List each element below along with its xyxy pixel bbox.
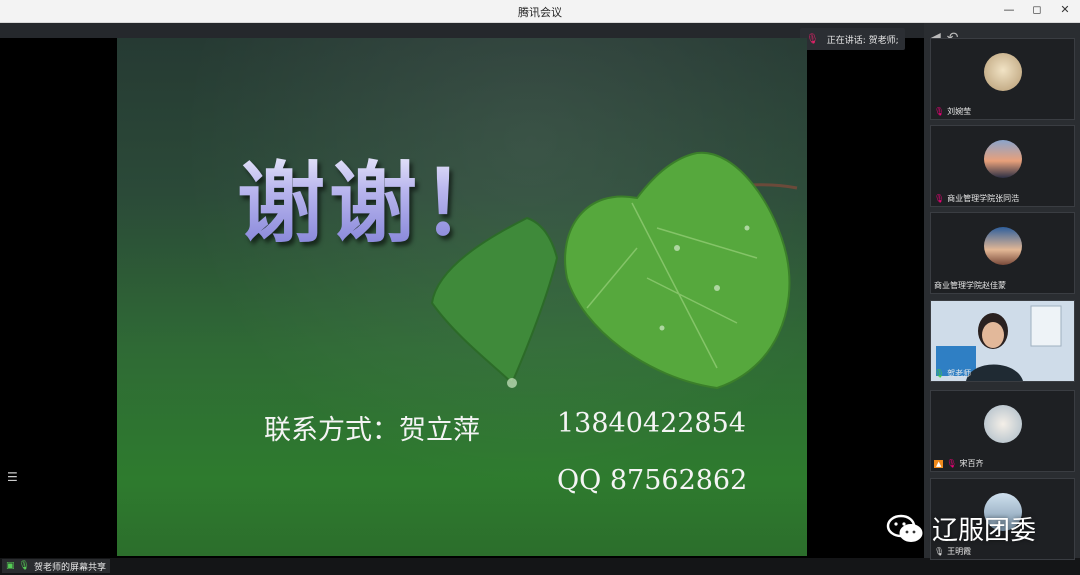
screen-share-label: 贺老师的屏幕共享 — [33, 562, 106, 573]
leaf-right — [564, 151, 791, 390]
slide-qq: QQ 87562862 — [557, 465, 748, 496]
cat-avatar — [983, 53, 1022, 91]
participant-tile[interactable]: 🎙 商业管理学院张同浩 — [930, 125, 1075, 207]
couple-avatar — [983, 227, 1022, 265]
participant-tile[interactable]: 🎙 刘婉莹 — [930, 38, 1075, 120]
cat-avatar — [983, 405, 1022, 443]
participant-name: 商业管理学院赵佳蒙 — [934, 281, 1006, 290]
speaking-label: 正在讲话: 贺老师; — [826, 35, 899, 46]
list-toggle-icon[interactable]: ☰ — [7, 470, 18, 484]
window-controls: — ◻ ✕ — [1002, 3, 1072, 16]
participant-tile[interactable]: 🎙 贺老师 — [930, 300, 1075, 382]
bottom-status-bar — [0, 558, 1080, 575]
speaking-indicator: 🎙 正在讲话: 贺老师; — [800, 28, 905, 50]
muted-mic-icon: 🎙 — [934, 194, 945, 203]
slide-heading: 谢谢！ — [237, 133, 513, 260]
participant-name: 商业管理学院张同浩 — [947, 194, 1020, 203]
participant-name: 贺老师 — [947, 369, 972, 378]
maximize-button[interactable]: ◻ — [1030, 3, 1044, 16]
presentation-slide: 谢谢！ 联系方式：贺立萍 13840422854 QQ 87562862 — [117, 38, 807, 556]
top-band — [0, 23, 924, 38]
wechat-icon — [886, 514, 923, 542]
mic-icon: 🎙 — [18, 561, 30, 571]
slide-phone: 13840422854 — [557, 408, 746, 439]
close-button[interactable]: ✕ — [1058, 3, 1072, 16]
host-badge-icon: ▲ — [934, 459, 944, 468]
wechat-watermark: 辽服团委 — [886, 510, 1036, 547]
participant-name: 刘婉莹 — [947, 107, 972, 116]
sunset-avatar — [983, 140, 1022, 178]
participant-tile[interactable]: 商业管理学院赵佳蒙 — [930, 212, 1075, 294]
minimize-button[interactable]: — — [1002, 3, 1016, 16]
muted-mic-icon: 🎙 — [934, 107, 945, 116]
participant-name: 王明霞 — [947, 547, 972, 556]
muted-mic-icon: 🎙 — [946, 459, 957, 468]
window-title: 腾讯会议 — [518, 6, 562, 19]
participant-tile[interactable]: ▲ 🎙 宋百齐 — [930, 390, 1075, 472]
mic-icon: 🎙 — [806, 33, 819, 45]
watermark-text: 辽服团委 — [932, 516, 1037, 546]
participant-name: 宋百齐 — [959, 459, 984, 468]
slide-contact: 联系方式：贺立萍 — [264, 415, 480, 446]
mic-icon: 🎙 — [934, 369, 945, 378]
screen-share-icon: ▣ — [6, 561, 15, 571]
title-bar: 腾讯会议 — ◻ ✕ — [0, 0, 1080, 23]
mic-icon: 🎙 — [934, 547, 945, 556]
screen-share-badge[interactable]: ▣ 🎙 贺老师的屏幕共享 — [2, 559, 110, 573]
